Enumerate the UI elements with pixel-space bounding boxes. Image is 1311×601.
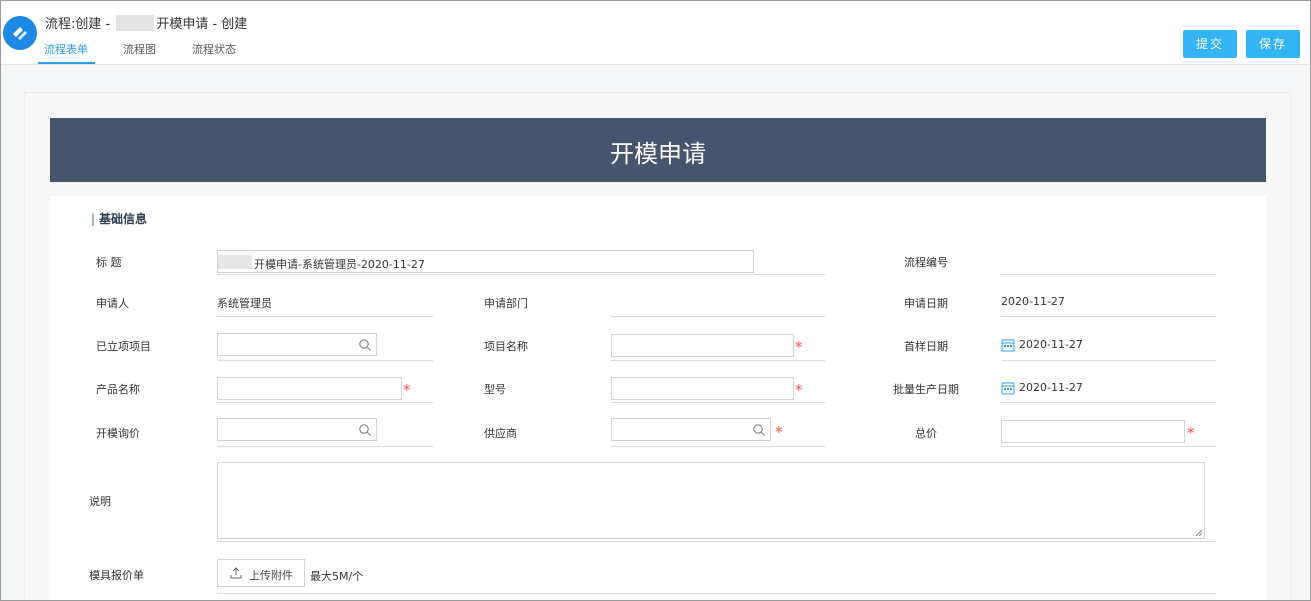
form-banner-title: 开模申请 — [50, 118, 1266, 182]
field-underline — [217, 593, 1216, 594]
field-underline — [217, 402, 433, 403]
description-textarea[interactable] — [217, 462, 1205, 539]
tab-process-diagram[interactable]: 流程图 — [123, 41, 156, 57]
tab-process-status[interactable]: 流程状态 — [192, 41, 236, 57]
supplier-label: 供应商 — [484, 427, 517, 440]
model-input[interactable] — [611, 377, 794, 400]
field-underline — [217, 541, 1216, 542]
field-underline — [217, 446, 433, 447]
upload-attachment-button[interactable]: 上传附件 — [217, 559, 305, 587]
search-icon[interactable] — [358, 423, 372, 437]
active-tab-indicator — [38, 62, 95, 64]
product-label: 产品名称 — [96, 383, 140, 396]
field-underline — [217, 360, 433, 361]
window-title: 流程:创建 - 开模申请 - 创建 — [45, 13, 247, 32]
mass-prod-date[interactable]: 2020-11-27 — [1019, 381, 1083, 394]
model-label: 型号 — [484, 383, 506, 396]
upload-label: 上传附件 — [249, 570, 293, 582]
project-label: 已立项项目 — [96, 340, 151, 353]
redacted-block — [218, 255, 252, 269]
project-lookup-input[interactable] — [217, 333, 377, 356]
title-input[interactable]: 开模申请-系统管理员-2020-11-27 — [217, 250, 754, 273]
field-underline — [611, 360, 825, 361]
field-underline — [217, 274, 825, 275]
app-window: 流程:创建 - 开模申请 - 创建 流程表单 流程图 流程状态 提交 保存 开模… — [0, 0, 1311, 601]
desc-label: 说明 — [89, 495, 111, 508]
redacted-block — [116, 15, 155, 31]
field-underline — [1001, 360, 1216, 361]
inquiry-label: 开模询价 — [96, 427, 140, 440]
project-name-input[interactable] — [611, 334, 794, 357]
field-underline — [1001, 446, 1216, 447]
submit-button[interactable]: 提交 — [1183, 30, 1237, 58]
save-button[interactable]: 保存 — [1246, 30, 1300, 58]
required-mark: * — [775, 423, 783, 441]
dept-field — [611, 316, 825, 317]
inquiry-lookup-input[interactable] — [217, 418, 377, 441]
required-mark: * — [1187, 424, 1195, 442]
title-prefix: 流程:创建 - — [45, 17, 115, 32]
field-underline — [611, 402, 825, 403]
process-no-label: 流程编号 — [904, 256, 948, 269]
section-title: | 基础信息 — [91, 212, 148, 226]
upload-icon — [230, 567, 242, 579]
applicant-label: 申请人 — [96, 297, 129, 310]
dept-label: 申请部门 — [484, 297, 528, 310]
total-label: 总价 — [915, 427, 937, 440]
required-mark: * — [795, 381, 803, 399]
top-header: 流程:创建 - 开模申请 - 创建 流程表单 流程图 流程状态 提交 保存 — [1, 1, 1310, 65]
title-input-value: 开模申请-系统管理员-2020-11-27 — [254, 258, 425, 271]
product-name-input[interactable] — [217, 377, 402, 400]
mass-prod-label: 批量生产日期 — [893, 383, 959, 396]
title-suffix: 开模申请 - 创建 — [156, 17, 248, 32]
search-icon[interactable] — [752, 423, 766, 437]
total-price-input[interactable] — [1001, 420, 1185, 443]
supplier-lookup-input[interactable] — [611, 418, 771, 441]
field-underline — [611, 446, 825, 447]
required-mark: * — [403, 381, 411, 399]
process-no-field — [1001, 274, 1216, 275]
first-sample-date[interactable]: 2020-11-27 — [1019, 338, 1083, 351]
field-underline — [1001, 316, 1216, 317]
first-sample-label: 首样日期 — [904, 340, 948, 353]
tab-process-form[interactable]: 流程表单 — [44, 41, 88, 57]
applicant-value: 系统管理员 — [217, 297, 272, 310]
field-underline — [217, 316, 433, 317]
section-title-text: 基础信息 — [99, 212, 148, 226]
calendar-icon[interactable] — [1001, 338, 1015, 352]
title-label: 标 题 — [96, 256, 122, 269]
apply-date-label: 申请日期 — [904, 297, 948, 310]
required-mark: * — [795, 338, 803, 356]
apply-date-value: 2020-11-27 — [1001, 295, 1065, 308]
app-logo-icon — [3, 16, 37, 50]
project-name-label: 项目名称 — [484, 340, 528, 353]
calendar-icon[interactable] — [1001, 381, 1015, 395]
search-icon[interactable] — [358, 338, 372, 352]
quote-label: 模具报价单 — [89, 569, 144, 582]
field-underline — [1001, 402, 1216, 403]
upload-limit-text: 最大5M/个 — [310, 570, 364, 583]
resize-handle-icon[interactable] — [1195, 529, 1203, 537]
